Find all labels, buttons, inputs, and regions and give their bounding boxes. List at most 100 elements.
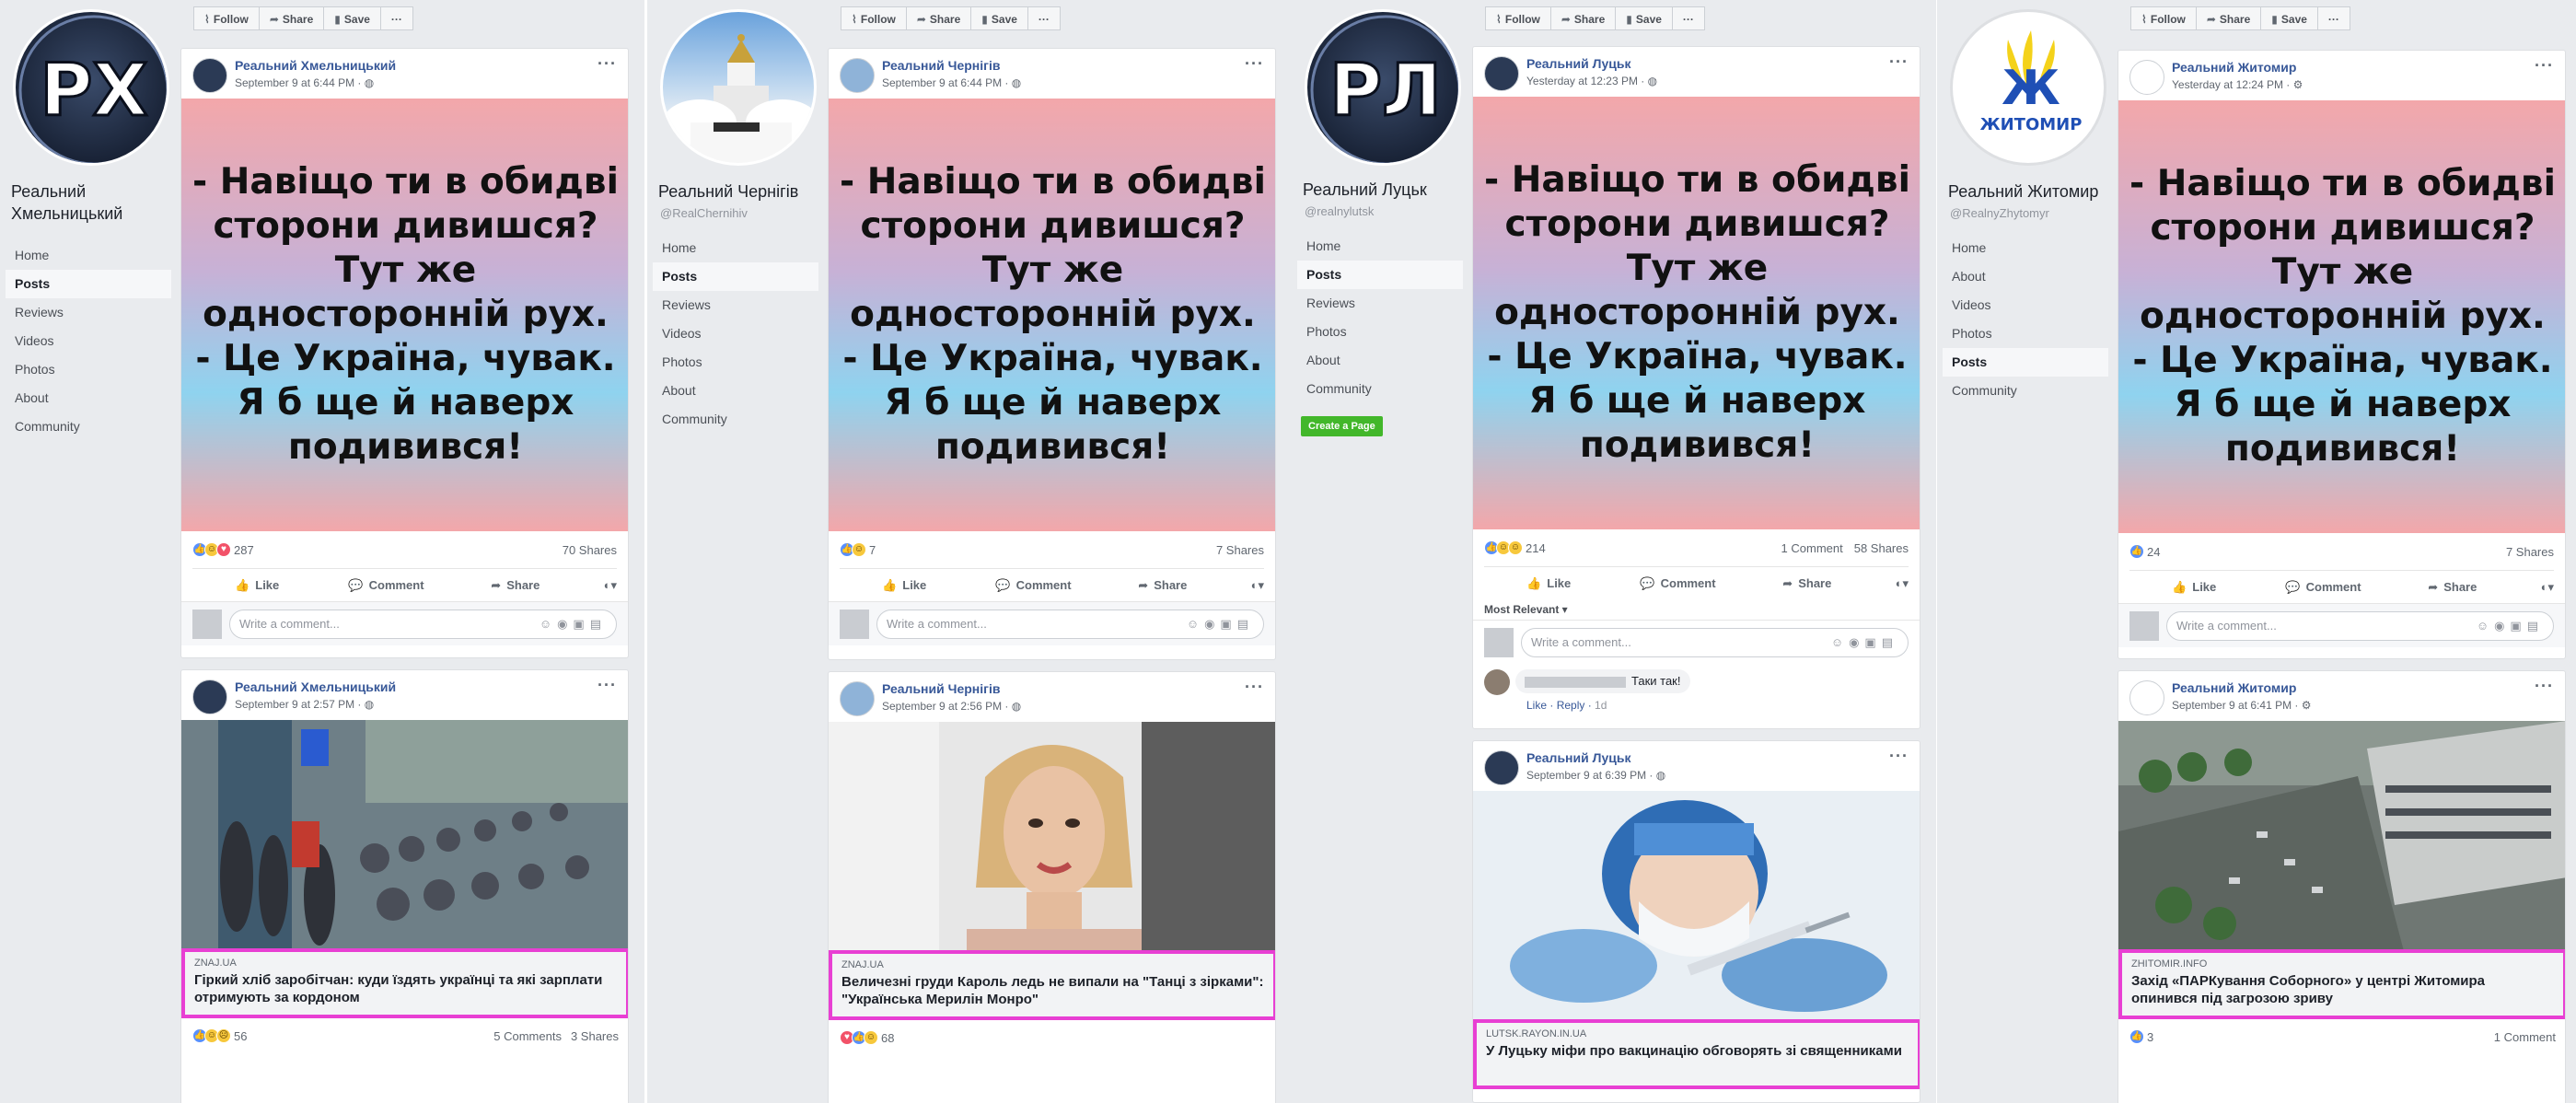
nav-about[interactable]: About — [1943, 262, 2108, 291]
comment-input[interactable]: Write a comment... ☺◉▣▤ — [876, 609, 1264, 639]
follow-button[interactable]: ⌇ Follow — [193, 6, 260, 30]
reaction-count[interactable]: 68 — [881, 1031, 894, 1045]
comment-input[interactable]: Write a comment... ☺◉▣▤ — [229, 609, 617, 639]
comment-count[interactable]: 5 Comments — [493, 1029, 562, 1043]
post-menu-icon[interactable]: ··· — [598, 676, 617, 695]
nav-photos[interactable]: Photos — [653, 348, 818, 377]
reaction-icons[interactable]: 👍 ☺ ☺ — [1484, 540, 1523, 555]
like-button[interactable]: 👍 Like — [2129, 580, 2258, 595]
nav-photos[interactable]: Photos — [6, 355, 171, 384]
comment-tools-icon[interactable]: ☺◉▣▤ — [2477, 619, 2544, 633]
commenter-avatar[interactable] — [1484, 669, 1510, 695]
share-count[interactable]: 7 Shares — [1216, 543, 1264, 557]
share-button[interactable]: ➦ Share — [1743, 576, 1872, 591]
nav-community[interactable]: Community — [653, 405, 818, 434]
meme-image[interactable]: - Навіщо ти в обидві сторони дивишся? Ту… — [829, 99, 1275, 531]
author-avatar[interactable] — [2129, 680, 2164, 715]
save-page-button[interactable]: ▮ Save — [2260, 6, 2318, 30]
author-avatar[interactable] — [1484, 56, 1519, 91]
like-button[interactable]: 👍 Like — [1484, 576, 1613, 591]
nav-photos[interactable]: Photos — [1943, 319, 2108, 348]
reaction-count[interactable]: 56 — [234, 1029, 247, 1043]
post-time[interactable]: Yesterday at 12:23 PM · ◍ — [1526, 75, 1657, 87]
post-author[interactable]: Реальний Луцьк — [1526, 56, 1630, 71]
share-count[interactable]: 3 Shares — [571, 1029, 619, 1043]
reaction-icons[interactable]: 👍 ☺ — [840, 542, 866, 557]
post-time[interactable]: September 9 at 2:56 PM · ◍ — [882, 700, 1021, 713]
comment-button[interactable]: 💬 Comment — [969, 578, 1097, 593]
nav-about[interactable]: About — [653, 377, 818, 405]
like-button[interactable]: 👍 Like — [840, 578, 969, 593]
share-page-button[interactable]: ➦ Share — [905, 6, 972, 30]
author-avatar[interactable] — [840, 58, 875, 93]
reaction-count[interactable]: 214 — [1526, 541, 1546, 555]
author-avatar[interactable] — [192, 679, 227, 714]
reaction-icons[interactable]: 👍 ☺ ♥ — [192, 542, 231, 557]
comment-like-link[interactable]: Like — [1526, 699, 1547, 712]
reaction-icons[interactable]: 👍 ☺ ☹ — [192, 1028, 231, 1043]
share-button[interactable]: ➦ Share — [1098, 578, 1227, 593]
post-menu-icon[interactable]: ··· — [1245, 54, 1264, 74]
follow-button[interactable]: ⌇ Follow — [841, 6, 907, 30]
more-options-button[interactable]: ··· — [1671, 6, 1705, 30]
create-page-button[interactable]: Create a Page — [1301, 416, 1383, 436]
link-preview-image[interactable] — [829, 722, 1275, 952]
comment-input[interactable]: Write a comment... ☺◉▣▤ — [1521, 627, 1909, 657]
post-menu-icon[interactable]: ··· — [598, 54, 617, 74]
comment-count[interactable]: 1 Comment — [1781, 541, 1843, 555]
reaction-icons[interactable]: 👍 — [2129, 1029, 2144, 1044]
link-preview-image[interactable] — [2118, 721, 2565, 951]
save-page-button[interactable]: ▮ Save — [1615, 6, 1673, 30]
more-options-button[interactable]: ··· — [2316, 6, 2350, 30]
reaction-count[interactable]: 287 — [234, 543, 254, 557]
author-avatar[interactable] — [1484, 750, 1519, 785]
comment-sort-dropdown[interactable]: Most Relevant ▾ — [1473, 599, 1920, 620]
post-time[interactable]: September 9 at 6:44 PM · ◍ — [882, 76, 1021, 89]
like-button[interactable]: 👍 Like — [192, 578, 321, 593]
nav-community[interactable]: Community — [1943, 377, 2108, 405]
meme-image[interactable]: - Навіщо ти в обидві сторони дивишся? Ту… — [1473, 97, 1920, 529]
link-preview[interactable]: ZHITOMIR.INFO Захід «ПАРКування Соборног… — [2118, 949, 2565, 1019]
comment-tools-icon[interactable]: ☺◉▣▤ — [1187, 617, 1254, 632]
share-count[interactable]: 58 Shares — [1854, 541, 1909, 555]
post-menu-icon[interactable]: ··· — [2535, 677, 2554, 696]
post-menu-icon[interactable]: ··· — [1889, 747, 1909, 766]
post-menu-icon[interactable]: ··· — [2535, 56, 2554, 75]
post-time[interactable]: September 9 at 6:41 PM · ⚙ — [2172, 699, 2312, 712]
post-time[interactable]: September 9 at 6:39 PM · ◍ — [1526, 769, 1665, 782]
nav-videos[interactable]: Videos — [1943, 291, 2108, 319]
share-count[interactable]: 7 Shares — [2506, 545, 2554, 559]
share-button[interactable]: ➦ Share — [451, 578, 580, 593]
nav-videos[interactable]: Videos — [6, 327, 171, 355]
comment-reply-link[interactable]: Reply — [1557, 699, 1585, 712]
share-count[interactable]: 70 Shares — [563, 543, 617, 557]
reaction-icons[interactable]: 👍 — [2129, 544, 2144, 559]
reaction-count[interactable]: 3 — [2147, 1030, 2153, 1044]
nav-reviews[interactable]: Reviews — [1297, 289, 1463, 318]
comment-tools-icon[interactable]: ☺◉▣▤ — [540, 617, 607, 632]
post-time[interactable]: September 9 at 6:44 PM · ◍ — [235, 76, 374, 89]
audience-selector-icon[interactable]: ◐▾ — [580, 578, 617, 593]
page-avatar[interactable] — [660, 9, 817, 166]
share-page-button[interactable]: ➦ Share — [258, 6, 325, 30]
audience-selector-icon[interactable]: ◐▾ — [1227, 578, 1264, 593]
nav-home[interactable]: Home — [653, 234, 818, 262]
author-avatar[interactable] — [2129, 60, 2164, 95]
link-preview-image[interactable] — [181, 720, 628, 950]
page-avatar[interactable]: РЛ — [1305, 9, 1461, 166]
reaction-count[interactable]: 24 — [2147, 545, 2160, 559]
link-preview[interactable]: ZNAJ.UA Гіркий хліб заробітчан: куди їзд… — [181, 948, 628, 1018]
post-author[interactable]: Реальний Житомир — [2172, 680, 2296, 695]
post-author[interactable]: Реальний Чернігів — [882, 681, 1000, 696]
post-author[interactable]: Реальний Житомир — [2172, 60, 2296, 75]
nav-posts[interactable]: Posts — [1297, 261, 1463, 289]
nav-community[interactable]: Community — [6, 412, 171, 441]
post-author[interactable]: Реальний Чернігів — [882, 58, 1000, 73]
nav-home[interactable]: Home — [1297, 232, 1463, 261]
nav-reviews[interactable]: Reviews — [6, 298, 171, 327]
audience-selector-icon[interactable]: ◐▾ — [1872, 576, 1909, 591]
follow-button[interactable]: ⌇ Follow — [2130, 6, 2197, 30]
nav-photos[interactable]: Photos — [1297, 318, 1463, 346]
author-avatar[interactable] — [192, 58, 227, 93]
link-preview[interactable]: ZNAJ.UA Величезні груди Кароль ледь не в… — [829, 950, 1275, 1020]
